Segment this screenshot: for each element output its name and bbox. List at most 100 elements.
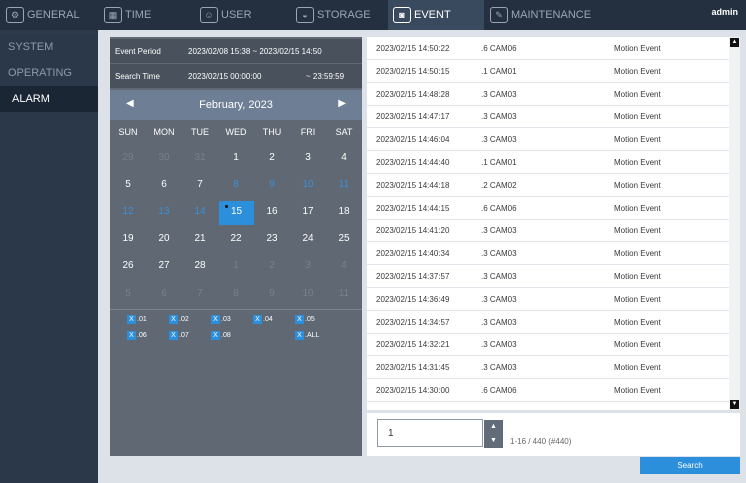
calendar-day[interactable]: 30 bbox=[146, 147, 182, 169]
tab-maintenance[interactable]: ✎ MAINTENANCE bbox=[490, 0, 591, 30]
calendar-day[interactable]: 16 bbox=[254, 201, 290, 223]
calendar-day[interactable]: 29 bbox=[110, 147, 146, 169]
table-row[interactable]: 2023/02/15 14:30:00 .6 CAM06 Motion Event bbox=[367, 379, 729, 402]
calendar-day[interactable]: 8 bbox=[218, 174, 254, 196]
table-row[interactable]: 2023/02/15 14:44:18 .2 CAM02 Motion Event bbox=[367, 174, 729, 197]
calendar-day[interactable]: 12 bbox=[110, 201, 146, 223]
calendar-day[interactable]: 1 bbox=[218, 255, 254, 277]
calendar-day[interactable]: 4 bbox=[326, 255, 362, 277]
camera-checkbox[interactable]: X .03 bbox=[211, 315, 231, 324]
calendar-day[interactable]: 11 bbox=[326, 283, 362, 305]
calendar-day[interactable]: 14 bbox=[182, 201, 218, 223]
scroll-up-button[interactable]: ▲ bbox=[730, 38, 739, 47]
table-row[interactable]: 2023/02/15 14:37:57 .3 CAM03 Motion Event bbox=[367, 265, 729, 288]
calendar-day[interactable]: 17 bbox=[290, 201, 326, 223]
table-row[interactable]: 2023/02/15 14:44:15 .6 CAM06 Motion Event bbox=[367, 197, 729, 220]
tab-time[interactable]: ▦ TIME bbox=[104, 0, 151, 30]
calendar-day[interactable]: 23 bbox=[254, 228, 290, 250]
calendar-day[interactable]: 25 bbox=[326, 228, 362, 250]
page-number-input[interactable] bbox=[377, 419, 483, 447]
tab-user[interactable]: ☺ USER bbox=[200, 0, 252, 30]
table-row[interactable]: 2023/02/15 14:41:20 .3 CAM03 Motion Event bbox=[367, 219, 729, 243]
event-camera: .3 CAM03 bbox=[481, 249, 517, 259]
calendar-day-number: 10 bbox=[302, 179, 314, 190]
camera-checkbox[interactable]: X .01 bbox=[127, 315, 147, 324]
weekday-label: MON bbox=[153, 127, 175, 137]
table-row[interactable]: 2023/02/15 14:34:57 .3 CAM03 Motion Event bbox=[367, 311, 729, 334]
camera-label: .06 bbox=[137, 332, 147, 339]
camera-event-icon: ◙ bbox=[393, 7, 411, 23]
table-row[interactable]: 2023/02/15 14:40:34 .3 CAM03 Motion Event bbox=[367, 242, 729, 266]
calendar-day[interactable]: 20 bbox=[146, 228, 182, 250]
calendar-day-number: 11 bbox=[338, 179, 350, 190]
scroll-down-button[interactable]: ▼ bbox=[730, 400, 739, 409]
camera-checkbox[interactable]: X .07 bbox=[169, 331, 189, 340]
event-time: 2023/02/15 14:44:18 bbox=[376, 180, 450, 190]
event-period-value: 2023/02/08 15:38 ~ 2023/02/15 14:50 bbox=[188, 47, 322, 56]
table-row[interactable]: 2023/02/15 14:31:45 .3 CAM03 Motion Event bbox=[367, 356, 729, 380]
camera-checkbox[interactable]: X .ALL bbox=[295, 331, 319, 340]
tab-user-label: USER bbox=[221, 9, 252, 21]
calendar-day[interactable]: 8 bbox=[218, 283, 254, 305]
calendar-day[interactable]: 13 bbox=[146, 201, 182, 223]
camera-checkbox[interactable]: X .06 bbox=[127, 331, 147, 340]
calendar-day[interactable]: 28 bbox=[182, 255, 218, 277]
calendar-day[interactable]: 2 bbox=[254, 147, 290, 169]
table-row[interactable]: 2023/02/15 14:48:28 .3 CAM03 Motion Event bbox=[367, 83, 729, 106]
calendar-day[interactable]: 11 bbox=[326, 174, 362, 196]
calendar-day[interactable]: 21 bbox=[182, 228, 218, 250]
sidebar-item-alarm[interactable]: ALARM bbox=[0, 86, 98, 112]
tab-general[interactable]: ⚙ GENERAL bbox=[6, 0, 80, 30]
scrollbar[interactable]: ▲ ▼ bbox=[729, 37, 740, 410]
calendar-day[interactable]: 27 bbox=[146, 255, 182, 277]
search-button[interactable]: Search bbox=[640, 457, 740, 474]
search-time-end[interactable]: ~ 23:59:59 bbox=[306, 72, 344, 81]
camera-checkbox[interactable]: X .04 bbox=[253, 315, 273, 324]
sidebar-item-operating[interactable]: OPERATING bbox=[0, 60, 98, 86]
calendar-day[interactable]: 7 bbox=[182, 283, 218, 305]
calendar-day[interactable]: 31 bbox=[182, 147, 218, 169]
calendar-day-number: 8 bbox=[233, 179, 239, 190]
tab-storage[interactable]: ◒ STORAGE bbox=[296, 0, 371, 30]
calendar-day[interactable]: 24 bbox=[290, 228, 326, 250]
checkbox-x-icon: X bbox=[211, 331, 220, 340]
calendar-day[interactable]: 6 bbox=[146, 174, 182, 196]
table-row[interactable]: 2023/02/15 14:46:04 .3 CAM03 Motion Event bbox=[367, 128, 729, 152]
calendar-day[interactable]: 7 bbox=[182, 174, 218, 196]
event-type: Motion Event bbox=[614, 66, 661, 76]
search-time-start[interactable]: 2023/02/15 00:00:00 bbox=[188, 72, 261, 81]
table-row[interactable]: 2023/02/15 14:47:17 .3 CAM03 Motion Event bbox=[367, 105, 729, 129]
calendar-day[interactable]: 19 bbox=[110, 228, 146, 250]
tab-event[interactable]: ◙ EVENT bbox=[388, 0, 484, 30]
calendar-day[interactable]: 18 bbox=[326, 201, 362, 223]
checkbox-x-icon: X bbox=[169, 331, 178, 340]
calendar-day[interactable]: 22 bbox=[218, 228, 254, 250]
calendar-day[interactable]: 3 bbox=[290, 147, 326, 169]
calendar-day[interactable]: 5 bbox=[110, 174, 146, 196]
camera-checkbox[interactable]: X .05 bbox=[295, 315, 315, 324]
calendar-day[interactable]: 1 bbox=[218, 147, 254, 169]
calendar-day[interactable]: 3 bbox=[290, 255, 326, 277]
event-camera: .3 CAM03 bbox=[481, 112, 517, 122]
table-row[interactable]: 2023/02/15 14:44:40 .1 CAM01 Motion Event bbox=[367, 151, 729, 174]
page-up-button[interactable]: ▲ bbox=[484, 420, 503, 434]
calendar-day[interactable]: 10 bbox=[290, 283, 326, 305]
calendar-day-selected[interactable]: 15 bbox=[219, 201, 254, 225]
calendar-day[interactable]: 2 bbox=[254, 255, 290, 277]
table-row[interactable]: 2023/02/15 14:36:49 .3 CAM03 Motion Event bbox=[367, 288, 729, 311]
calendar-day[interactable]: 10 bbox=[290, 174, 326, 196]
sidebar-item-system[interactable]: SYSTEM bbox=[0, 34, 98, 60]
calendar-day[interactable]: 9 bbox=[254, 283, 290, 305]
calendar-day[interactable]: 5 bbox=[110, 283, 146, 305]
table-row[interactable]: 2023/02/15 14:50:15 .1 CAM01 Motion Event bbox=[367, 60, 729, 83]
calendar-day[interactable]: 6 bbox=[146, 283, 182, 305]
chevron-right-icon[interactable]: ▶ bbox=[338, 98, 346, 109]
table-row[interactable]: 2023/02/15 14:32:21 .3 CAM03 Motion Event bbox=[367, 333, 729, 357]
calendar-day[interactable]: 9 bbox=[254, 174, 290, 196]
calendar-day[interactable]: 4 bbox=[326, 147, 362, 169]
calendar-day[interactable]: 26 bbox=[110, 255, 146, 277]
page-down-button[interactable]: ▼ bbox=[484, 434, 503, 448]
camera-checkbox[interactable]: X .02 bbox=[169, 315, 189, 324]
camera-checkbox[interactable]: X .08 bbox=[211, 331, 231, 340]
table-row[interactable]: 2023/02/15 14:50:22 .6 CAM06 Motion Event bbox=[367, 37, 729, 60]
